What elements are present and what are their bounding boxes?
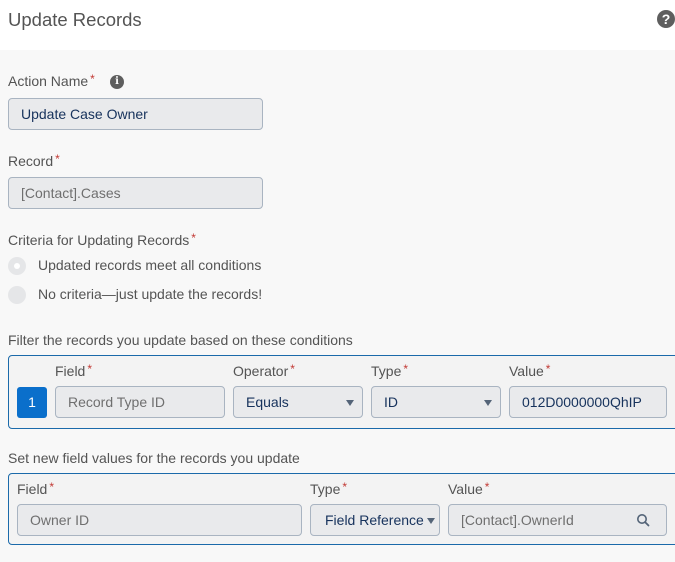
- required-mark: *: [87, 362, 93, 376]
- required-mark: *: [545, 362, 551, 376]
- criteria-radio-no-criteria[interactable]: [8, 286, 26, 304]
- set-field-label-text: Field: [17, 481, 48, 497]
- info-icon[interactable]: i: [110, 75, 124, 89]
- action-name-input[interactable]: Update Case Owner: [8, 98, 263, 130]
- required-mark: *: [342, 480, 348, 494]
- required-mark: *: [49, 480, 55, 494]
- required-mark: *: [191, 231, 196, 245]
- set-value-input[interactable]: [Contact].OwnerId: [448, 504, 667, 536]
- set-type-value: Field Reference: [325, 512, 424, 528]
- criteria-label-text: Criteria for Updating Records: [8, 232, 190, 248]
- criteria-option-label[interactable]: No criteria—just update the records!: [38, 286, 262, 302]
- filter-type-select[interactable]: ID: [371, 386, 501, 418]
- criteria-option-label[interactable]: Updated records meet all conditions: [38, 257, 261, 273]
- criteria-radio-all-conditions[interactable]: [8, 257, 26, 275]
- chevron-down-icon: [484, 400, 492, 406]
- set-value-label: Value *: [448, 480, 490, 497]
- filter-operator-value: Equals: [246, 394, 289, 410]
- set-value-text: [Contact].OwnerId: [461, 512, 574, 528]
- search-icon[interactable]: [636, 513, 650, 527]
- chevron-down-icon: [346, 400, 354, 406]
- panel-header: Update Records ?: [0, 0, 675, 50]
- page-title: Update Records: [8, 9, 142, 30]
- required-mark: *: [55, 152, 60, 166]
- set-field-label: Field *: [17, 480, 55, 497]
- criteria-label: Criteria for Updating Records *: [8, 231, 196, 248]
- filter-field-label-text: Field: [55, 363, 86, 379]
- filter-field-input[interactable]: Record Type ID: [55, 386, 225, 418]
- set-type-label: Type *: [310, 480, 348, 497]
- filter-heading: Filter the records you update based on t…: [8, 332, 353, 348]
- set-values-heading: Set new field values for the records you…: [8, 450, 300, 466]
- action-name-label: Action Name *: [8, 72, 95, 89]
- filter-operator-select[interactable]: Equals: [233, 386, 363, 418]
- filter-operator-label: Operator *: [233, 362, 295, 379]
- set-type-select[interactable]: Field Reference: [310, 504, 440, 536]
- action-name-label-text: Action Name: [8, 73, 89, 89]
- record-label-text: Record: [8, 153, 54, 169]
- filter-type-label: Type *: [371, 362, 409, 379]
- required-mark: *: [290, 362, 295, 376]
- record-input[interactable]: [Contact].Cases: [8, 177, 263, 209]
- set-type-label-text: Type: [310, 481, 341, 497]
- filter-value-input[interactable]: 012D0000000QhIP: [509, 386, 667, 418]
- chevron-down-icon: [427, 518, 435, 524]
- required-mark: *: [90, 72, 95, 86]
- filter-field-label: Field *: [55, 362, 93, 379]
- condition-number-badge: 1: [17, 387, 47, 418]
- required-mark: *: [484, 480, 490, 494]
- filter-value-label-text: Value: [509, 363, 544, 379]
- filter-operator-label-text: Operator: [233, 363, 289, 379]
- set-field-input[interactable]: Owner ID: [17, 504, 302, 536]
- record-label: Record *: [8, 152, 60, 169]
- required-mark: *: [403, 362, 409, 376]
- filter-type-label-text: Type: [371, 363, 402, 379]
- help-icon[interactable]: ?: [657, 10, 675, 28]
- filter-type-value: ID: [384, 394, 398, 410]
- set-value-label-text: Value: [448, 481, 483, 497]
- filter-value-label: Value *: [509, 362, 551, 379]
